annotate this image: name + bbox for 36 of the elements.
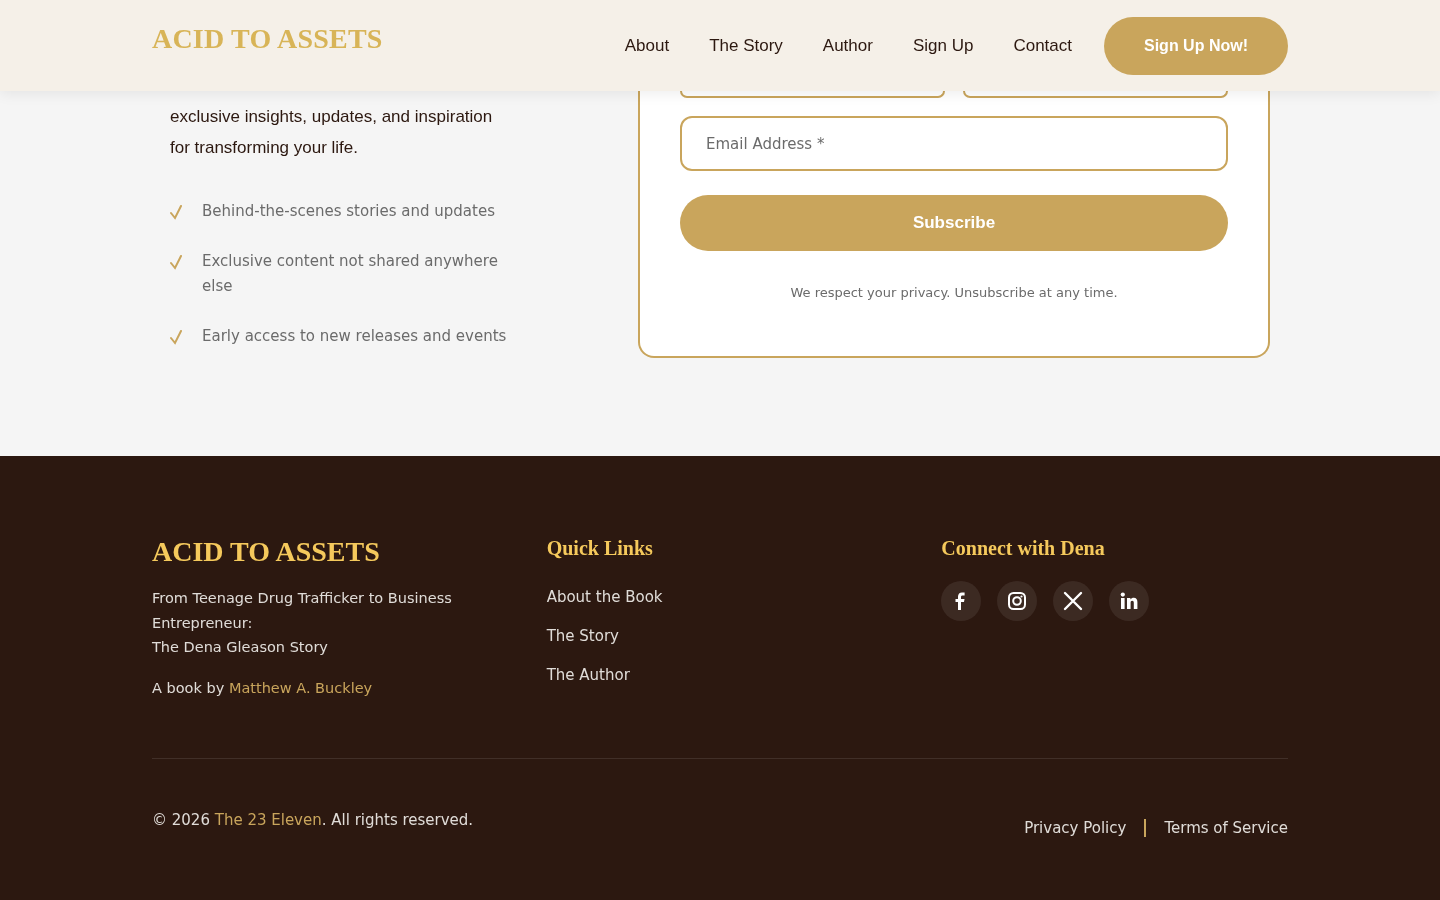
footer-link[interactable]: About the Book [546,585,663,609]
credit-text: A book by Matthew A. Buckley [152,678,374,698]
nav-link[interactable]: The Story [709,35,783,56]
tagline-text: The Dena Gleason Story [152,638,329,657]
social-button[interactable] [1053,581,1094,621]
nav-link[interactable]: Sign Up [912,35,974,56]
tagline-text: From Teenage Drug Trafficker to Business Entrepreneur: [152,589,453,633]
company-link[interactable]: The 23 Eleven [214,811,322,829]
copyright-text: © 2026 The 23 Eleven. All rights reserved. [152,810,474,831]
social-button[interactable] [1109,581,1150,621]
last-name-field[interactable] [963,91,1228,98]
column-heading: Quick Links [546,536,654,561]
intro-text: exclusive insights, updates, and inspiration for transforming your life. [170,106,494,159]
benefit-text: Early access to new releases and events [202,326,508,347]
nav-link[interactable]: Contact [1013,35,1072,56]
legal-link[interactable]: Terms of Service [1164,817,1288,839]
nav-link[interactable]: About [624,35,670,56]
nav-link[interactable]: Author [822,35,873,56]
benefit-text: Behind-the-scenes stories and updates [202,201,496,222]
check-icon [170,205,182,220]
social-button[interactable] [941,581,982,621]
email-field[interactable]: Email Address * [680,116,1228,171]
x-logo-icon [1062,590,1085,612]
footer-link[interactable]: The Author [546,663,630,687]
instagram-icon [1006,590,1029,612]
footer-logo: ACID TO ASSETS [152,535,381,569]
check-icon [170,330,182,345]
check-icon [170,255,182,270]
author-name-link[interactable]: Matthew A. Buckley [228,679,373,696]
social-button[interactable] [997,581,1038,621]
first-name-field[interactable] [680,91,945,98]
benefit-text: Exclusive content not shared anywhere else [202,251,499,297]
column-heading: Connect with Dena [941,536,1106,561]
privacy-note: We respect your privacy. Unsubscribe at any time. [789,285,1119,300]
footer-link[interactable]: The Story [546,624,619,648]
legal-link[interactable]: Privacy Policy [1024,817,1127,839]
